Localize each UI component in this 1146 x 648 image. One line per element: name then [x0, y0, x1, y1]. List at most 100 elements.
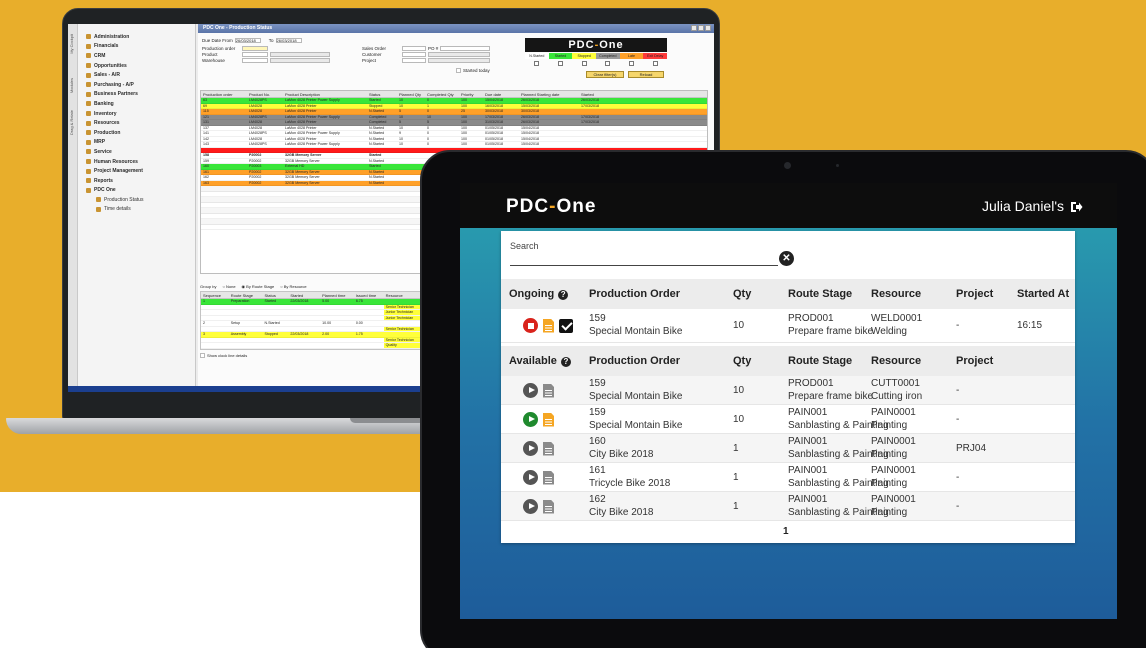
grid-column-header[interactable]: Production order [201, 91, 247, 97]
menu-item[interactable]: Administration [78, 32, 195, 42]
route-column-header[interactable]: Route Stage [229, 292, 263, 298]
product-input[interactable] [242, 52, 268, 57]
menu-item[interactable]: Purchasing - A/P [78, 80, 195, 90]
clear-search-icon[interactable]: ✕ [779, 251, 794, 266]
menu-item[interactable]: Inventory [78, 109, 195, 119]
menu-item-label: Opportunities [94, 62, 127, 69]
available-row[interactable]: 160 City Bike 2018 1 PAIN001 Sanblasting & P… [501, 434, 1075, 463]
complete-check-icon[interactable] [559, 318, 573, 333]
available-row[interactable]: 159 Special Montain Bike 10 PAIN001 Sanblast… [501, 405, 1075, 434]
play-icon[interactable] [523, 470, 538, 485]
document-icon[interactable] [543, 383, 554, 398]
route-column-header[interactable]: Issued time [354, 292, 384, 298]
clear-filters-button[interactable]: Clear filter(s) [586, 71, 624, 78]
grid-cell: 26/03/2018 [521, 98, 539, 102]
minimize-icon[interactable] [691, 25, 697, 31]
menu-item[interactable]: Opportunities [78, 61, 195, 71]
col-route-stage: Route Stage [788, 355, 853, 367]
search-input[interactable] [510, 252, 778, 266]
ongoing-row[interactable]: 159 Special Montain Bike 10 PROD001 Prep… [501, 309, 1075, 343]
route-column-header[interactable]: Sequence [201, 292, 229, 298]
play-icon[interactable] [523, 412, 538, 427]
menu-item[interactable]: Reports [78, 176, 195, 186]
legend-checkbox[interactable] [557, 61, 563, 66]
menu-item[interactable]: Service [78, 147, 195, 157]
menu-item[interactable]: Banking [78, 99, 195, 109]
customer-input[interactable] [402, 52, 426, 57]
from-date-input[interactable]: 26/03/2018 [234, 38, 261, 43]
vtab-drag-relate[interactable]: Drag & Relate [69, 110, 74, 135]
groupby-none-radio[interactable]: ○ None [222, 284, 235, 289]
warehouse-input[interactable] [242, 58, 268, 63]
menu-item[interactable]: PDC One [78, 186, 195, 196]
legend-checkbox[interactable] [534, 61, 540, 66]
help-icon[interactable]: ? [558, 290, 569, 300]
grid-cell: 17/03/2018 [581, 103, 599, 108]
menu-item[interactable]: Resources [78, 118, 195, 128]
app-header: PDC-One Julia Daniel's [460, 183, 1117, 228]
user-menu[interactable]: Julia Daniel's [982, 198, 1083, 214]
route-column-header[interactable]: Started [288, 292, 320, 298]
show-clock-checkbox[interactable] [200, 352, 205, 358]
menu-item[interactable]: Human Resources [78, 157, 195, 167]
document-icon[interactable] [543, 318, 554, 333]
legend-checkbox[interactable] [628, 61, 634, 66]
grid-column-header[interactable]: Completed Qty [425, 91, 459, 97]
legend-checkbox[interactable] [581, 61, 587, 66]
document-icon[interactable] [543, 499, 554, 514]
grid-column-header[interactable]: Planned Qty [397, 91, 425, 97]
grid-cell: N.Started [369, 175, 385, 179]
route-cell [201, 305, 229, 310]
started-today-checkbox[interactable] [456, 68, 461, 73]
grid-column-header[interactable]: Status [367, 91, 397, 97]
po-input[interactable] [440, 46, 491, 51]
menu-item[interactable]: Sales - A/R [78, 70, 195, 80]
logout-icon[interactable] [1070, 200, 1083, 212]
grid-column-header[interactable]: Product Description [283, 91, 367, 97]
page-number[interactable]: 1 [783, 526, 789, 537]
play-icon[interactable] [523, 441, 538, 456]
menu-item[interactable]: Production Status [78, 195, 195, 205]
document-icon[interactable] [543, 441, 554, 456]
grid-cell: 137 [203, 125, 209, 130]
due-date-label: Due Date From [202, 38, 233, 43]
menu-item[interactable]: Financials [78, 42, 195, 52]
document-icon[interactable] [543, 470, 554, 485]
available-row[interactable]: 162 City Bike 2018 1 PAIN001 Sanblasting & P… [501, 492, 1075, 521]
menu-item[interactable]: CRM [78, 51, 195, 61]
groupby-resource-radio[interactable]: ○ By Resource [280, 284, 306, 289]
close-icon[interactable] [705, 25, 711, 31]
legend-checkbox[interactable] [605, 61, 611, 66]
available-row[interactable]: 159 Special Montain Bike 10 PROD001 Prepare … [501, 376, 1075, 405]
grid-column-header[interactable]: Started [579, 91, 623, 97]
reload-button[interactable]: Reload [628, 71, 664, 78]
play-icon[interactable] [523, 383, 538, 398]
menu-item[interactable]: MRP [78, 138, 195, 148]
grid-column-header[interactable]: Due date [483, 91, 519, 97]
project-input[interactable] [402, 58, 426, 63]
maximize-icon[interactable] [698, 25, 704, 31]
grid-column-header[interactable]: Priority [459, 91, 483, 97]
ongoing-header: Ongoing? Production Order Qty Route Stag… [501, 279, 1075, 309]
route-column-header[interactable]: Planned time [320, 292, 354, 298]
legend-checkbox[interactable] [652, 61, 658, 66]
play-icon[interactable] [523, 499, 538, 514]
sales-order-input[interactable] [402, 46, 426, 51]
grid-column-header[interactable]: Product No. [247, 91, 283, 97]
stop-icon[interactable] [523, 318, 538, 333]
vtab-modules[interactable]: Modules [69, 78, 74, 93]
menu-item[interactable]: Time details [78, 205, 195, 215]
groupby-route-radio[interactable]: ◉ By Route Stage [242, 284, 275, 289]
menu-item[interactable]: Production [78, 128, 195, 138]
help-icon[interactable]: ? [560, 357, 571, 367]
sales-order-label: Sales Order [362, 46, 387, 51]
grid-column-header[interactable]: Planned Starting date [519, 91, 579, 97]
document-icon[interactable] [543, 412, 554, 427]
vtab-my-cockpit[interactable]: My Cockpit [69, 34, 74, 54]
route-column-header[interactable]: Status [263, 292, 289, 298]
to-date-input[interactable]: 26/03/2018 [275, 38, 302, 43]
menu-item[interactable]: Project Management [78, 166, 195, 176]
production-order-input[interactable] [242, 46, 268, 51]
available-row[interactable]: 161 Tricycle Bike 2018 1 PAIN001 Sanblasting… [501, 463, 1075, 492]
menu-item[interactable]: Business Partners [78, 90, 195, 100]
